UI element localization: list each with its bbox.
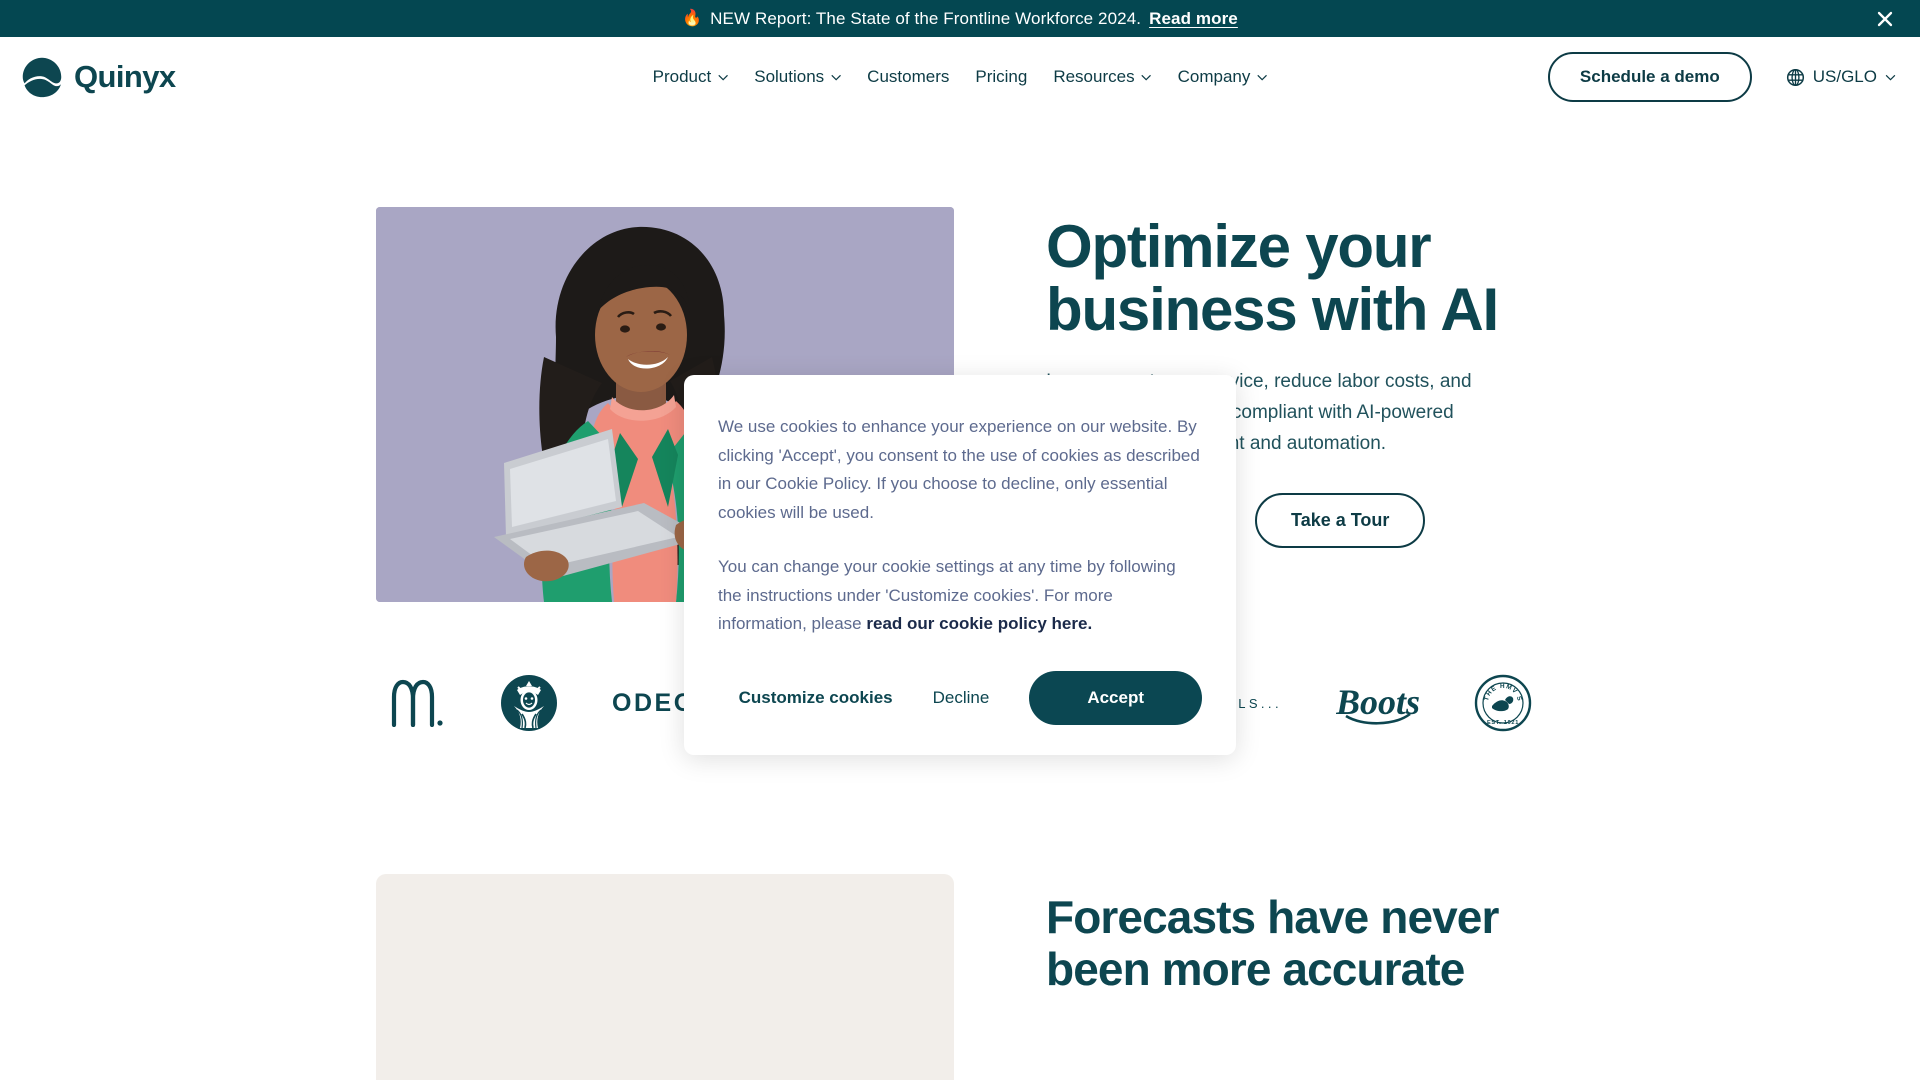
starbucks-logo [500, 672, 558, 734]
chevron-down-icon [1141, 74, 1151, 81]
boots-logo: Boots [1336, 672, 1420, 734]
announcement-text: NEW Report: The State of the Frontline W… [710, 8, 1142, 28]
nav-item-pricing[interactable]: Pricing [975, 67, 1027, 87]
decline-cookies-button[interactable]: Decline [933, 688, 990, 708]
nav-label: Solutions [754, 67, 825, 86]
logo-home-link[interactable]: Quinyx [20, 55, 176, 99]
nav-label: Resources [1053, 67, 1135, 86]
forecasts-copy: Forecasts have never been more accurate [1046, 874, 1566, 995]
language-label: US/GLO [1812, 67, 1877, 86]
cookie-policy-link[interactable]: read our cookie policy here. [866, 614, 1092, 633]
globe-icon [1786, 68, 1804, 86]
mcdonalds-logo [388, 672, 446, 734]
nav-label: Company [1177, 67, 1251, 86]
forecasts-media-card [376, 874, 954, 1080]
nav-item-company[interactable]: Company [1178, 67, 1268, 87]
hero-title: Optimize your business with AI [1046, 213, 1499, 343]
forecasts-title: Forecasts have never been more accurate [1046, 891, 1499, 995]
nav-item-product[interactable]: Product [653, 67, 729, 87]
cookie-paragraph-1: We use cookies to enhance your experienc… [718, 417, 1200, 522]
chevron-down-icon [717, 74, 728, 81]
nav-label: Pricing [975, 67, 1028, 86]
nav-item-solutions[interactable]: Solutions [754, 67, 841, 87]
cookie-consent-dialog: We use cookies to enhance your experienc… [684, 375, 1236, 755]
customize-cookies-button[interactable]: Customize cookies [739, 688, 893, 708]
language-selector[interactable]: US/GLO [1786, 67, 1896, 87]
nav-label: Product [652, 67, 712, 86]
logo-wordmark: Quinyx [74, 59, 176, 94]
schedule-demo-button[interactable]: Schedule a demo [1547, 52, 1752, 102]
read-more-link[interactable]: Read more [1149, 9, 1238, 29]
site-header: Quinyx Product Solutions Customers Prici… [0, 37, 1920, 117]
cookie-paragraph-2: You can change your cookie settings at a… [718, 553, 1202, 639]
nav-item-resources[interactable]: Resources [1053, 67, 1151, 87]
main-navigation: Product Solutions Customers Pricing Reso… [653, 67, 1268, 87]
take-a-tour-button[interactable]: Take a Tour [1255, 493, 1426, 549]
svg-text:EST. 1921: EST. 1921 [1487, 720, 1519, 726]
accept-cookies-button[interactable]: Accept [1029, 670, 1202, 725]
chevron-down-icon [1257, 74, 1267, 81]
hmv-logo: THE HMV SHOP EST. 1921 [1474, 672, 1532, 734]
chevron-down-icon [1885, 74, 1896, 81]
nav-item-customers[interactable]: Customers [867, 67, 949, 87]
flame-icon: 🔥 [682, 9, 703, 27]
announcement-banner: 🔥 NEW Report: The State of the Frontline… [0, 0, 1920, 37]
forecasts-section: Forecasts have never been more accurate [0, 874, 1920, 1080]
chevron-down-icon [830, 74, 841, 81]
announcement-content: 🔥 NEW Report: The State of the Frontline… [682, 9, 1238, 29]
nav-label: Customers [867, 67, 950, 86]
close-icon[interactable] [1872, 6, 1898, 32]
quinyx-logo-icon [22, 57, 62, 98]
header-actions: Schedule a demo US/GLO [1547, 52, 1896, 102]
cookie-actions: Customize cookies Decline Accept [718, 670, 1202, 725]
